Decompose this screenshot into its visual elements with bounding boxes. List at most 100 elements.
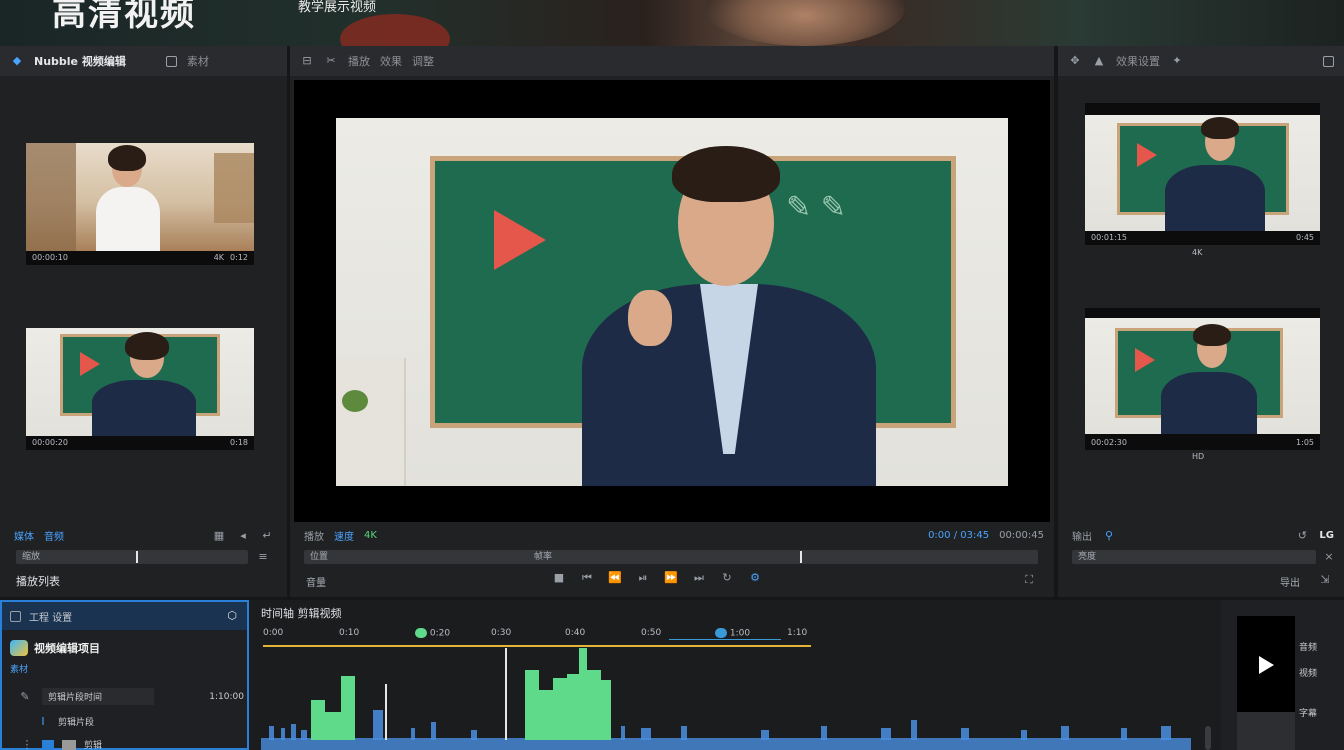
volume-label: 音量 [306, 578, 326, 589]
audio-tab-button[interactable]: 音频 [44, 528, 64, 543]
wand-icon[interactable]: ✦ [1170, 55, 1184, 67]
media-thumbnail-1[interactable]: 00:00:10 4K 0:12 [26, 143, 254, 265]
clip-duration: 0:18 [230, 437, 248, 447]
play-pause-icon[interactable]: ⏯ [636, 572, 650, 584]
time-marker: 0:50 [641, 628, 662, 638]
thumbnail-image [26, 143, 254, 251]
timeline-scrollbar[interactable] [1205, 726, 1211, 750]
clip-time: 00:02:30 [1091, 437, 1127, 447]
play-icon [1135, 348, 1155, 372]
media-tab-button[interactable]: 媒体 [14, 528, 34, 543]
preview-toolbar: ⊟ ✂ 播放 效果 调整 [290, 46, 1054, 76]
media-controls: 媒体 音频 ▦ ◂ ↵ [14, 528, 274, 543]
thumbnail-meta: 00:00:10 4K 0:12 [32, 251, 248, 263]
project-row-2[interactable]: I 剪辑片段 [36, 715, 94, 728]
timeline-panel: 时间轴 剪辑视频 0:00 0:10 0:20 0:30 0:40 0:50 1… [249, 600, 1221, 750]
mini-preview[interactable] [1237, 616, 1295, 712]
thumbnail-image [1085, 318, 1320, 434]
crop-icon[interactable]: ✂ [324, 55, 338, 67]
row-label: 剪辑片段 [58, 718, 95, 728]
thumbnail-meta: 00:02:30 1:05 [1091, 436, 1314, 448]
quality-badge: 4K [364, 530, 377, 541]
brightness-slider[interactable]: 亮度 [1072, 550, 1316, 564]
play-icon[interactable] [1259, 656, 1274, 674]
skip-forward-icon[interactable]: ⏭ [692, 572, 706, 584]
mini-label-subtitle: 字幕 [1299, 709, 1318, 719]
link-icon[interactable]: ⚲ [1102, 529, 1116, 542]
export-icon[interactable]: ⇲ [1318, 574, 1332, 586]
skip-back-icon[interactable]: ⏮ [580, 572, 594, 584]
preview-tab-play[interactable]: 播放 [348, 53, 370, 69]
time-marker: 0:00 [263, 628, 284, 638]
export-button[interactable]: 导出 [1280, 574, 1300, 589]
move-icon[interactable]: ✥ [1068, 55, 1082, 67]
expand-icon[interactable] [1323, 55, 1334, 67]
time-display: 0:00 / 03:45 [928, 530, 990, 541]
project-panel: 工程 设置 ⬡ 视频编辑项目 素材 ✎ 剪辑片段时间 1:10:00 I 剪辑片… [0, 600, 249, 750]
preview-tab-effects[interactable]: 效果 [380, 53, 402, 69]
project-row-3[interactable]: ⋮ 剪辑 [20, 738, 103, 750]
banner-decoration [340, 14, 450, 46]
video-viewer[interactable]: ✎ ✎ [294, 80, 1050, 522]
play-control[interactable]: 播放 [304, 528, 324, 543]
thumbnail-meta: 00:00:20 0:18 [32, 436, 248, 448]
close-icon[interactable]: × [1322, 551, 1336, 563]
slider-handle[interactable] [136, 551, 138, 563]
playhead-handle[interactable] [800, 551, 802, 563]
settings-icon[interactable]: ⚙ [748, 572, 762, 584]
project-icon [10, 610, 21, 622]
top-banner: 高清视频 教学展示视频 [0, 0, 1344, 46]
fullscreen-icon[interactable]: ⛶ [1022, 574, 1036, 586]
project-header: 工程 设置 ⬡ [2, 602, 247, 630]
slider-mid-label: 帧率 [534, 552, 553, 562]
pin-icon[interactable]: ▲ [1092, 55, 1106, 67]
sort-icon[interactable]: ↵ [260, 529, 274, 542]
audio-waveform[interactable] [261, 640, 1191, 750]
speed-control[interactable]: 速度 [334, 528, 354, 543]
thumbnail-meta: 00:01:15 0:45 [1091, 231, 1314, 243]
checkbox-icon[interactable] [165, 55, 177, 67]
row-value: 1:10:00 [209, 691, 244, 702]
effect-thumbnail-2[interactable]: 00:02:30 1:05 [1085, 308, 1320, 450]
loop-icon[interactable]: ↻ [720, 572, 734, 584]
grid-icon[interactable]: ▦ [212, 529, 226, 542]
clip-duration: 1:05 [1296, 437, 1314, 447]
back-icon[interactable]: ◂ [236, 529, 250, 542]
time-marker: 0:30 [491, 628, 512, 638]
time-marker: 1:10 [787, 628, 808, 638]
stop-icon[interactable]: ■ [552, 572, 566, 584]
time-marker-active[interactable]: 0:20 [415, 628, 450, 639]
mini-label-audio: 音频 [1299, 643, 1318, 653]
layout-icon[interactable]: ⊟ [300, 55, 314, 67]
clip-quality: 4K [213, 252, 225, 262]
row-label: 剪辑 [84, 741, 103, 750]
mini-preview-panel: 音频 视频 字幕 [1221, 600, 1344, 750]
effects-panel-header: ✥ ▲ 效果设置 ✦ [1058, 46, 1344, 76]
shield-icon[interactable]: ⬡ [225, 610, 239, 622]
slider-label: 位置 [310, 552, 329, 562]
project-logo-icon [10, 640, 28, 656]
media-thumbnail-2[interactable]: 00:00:20 0:18 [26, 328, 254, 450]
refresh-icon[interactable]: ↺ [1295, 529, 1309, 542]
clip-time: 00:00:10 [32, 252, 68, 262]
preview-controls: 播放 速度 4K 0:00 / 03:45 00:00:45 [304, 528, 1044, 543]
rewind-icon[interactable]: ⏪ [608, 572, 622, 584]
media-tab[interactable]: 素材 [187, 53, 209, 69]
edit-icon: ✎ [20, 689, 30, 703]
play-icon [80, 352, 100, 376]
playback-slider[interactable]: 位置 帧率 [304, 550, 1038, 564]
time-marker-blue[interactable]: 1:00 [715, 628, 750, 639]
video-frame: ✎ ✎ [336, 118, 1008, 486]
project-row-1[interactable]: ✎ 剪辑片段时间 1:10:00 [18, 688, 244, 705]
clip-time: 00:01:15 [1091, 232, 1127, 242]
menu-icon[interactable]: ≡ [256, 551, 270, 563]
clip-duration: 0:12 [230, 252, 248, 262]
media-panel-title: Nubble 视频编辑 [34, 55, 126, 68]
slider-label: 缩放 [22, 552, 41, 562]
output-button[interactable]: 输出 [1072, 528, 1092, 543]
media-zoom-slider[interactable]: 缩放 [16, 550, 248, 564]
preview-tab-adjust[interactable]: 调整 [412, 53, 434, 69]
effect-thumbnail-1[interactable]: 00:01:15 0:45 [1085, 103, 1320, 245]
project-name: 视频编辑项目 [34, 642, 100, 655]
forward-icon[interactable]: ⏩ [664, 572, 678, 584]
